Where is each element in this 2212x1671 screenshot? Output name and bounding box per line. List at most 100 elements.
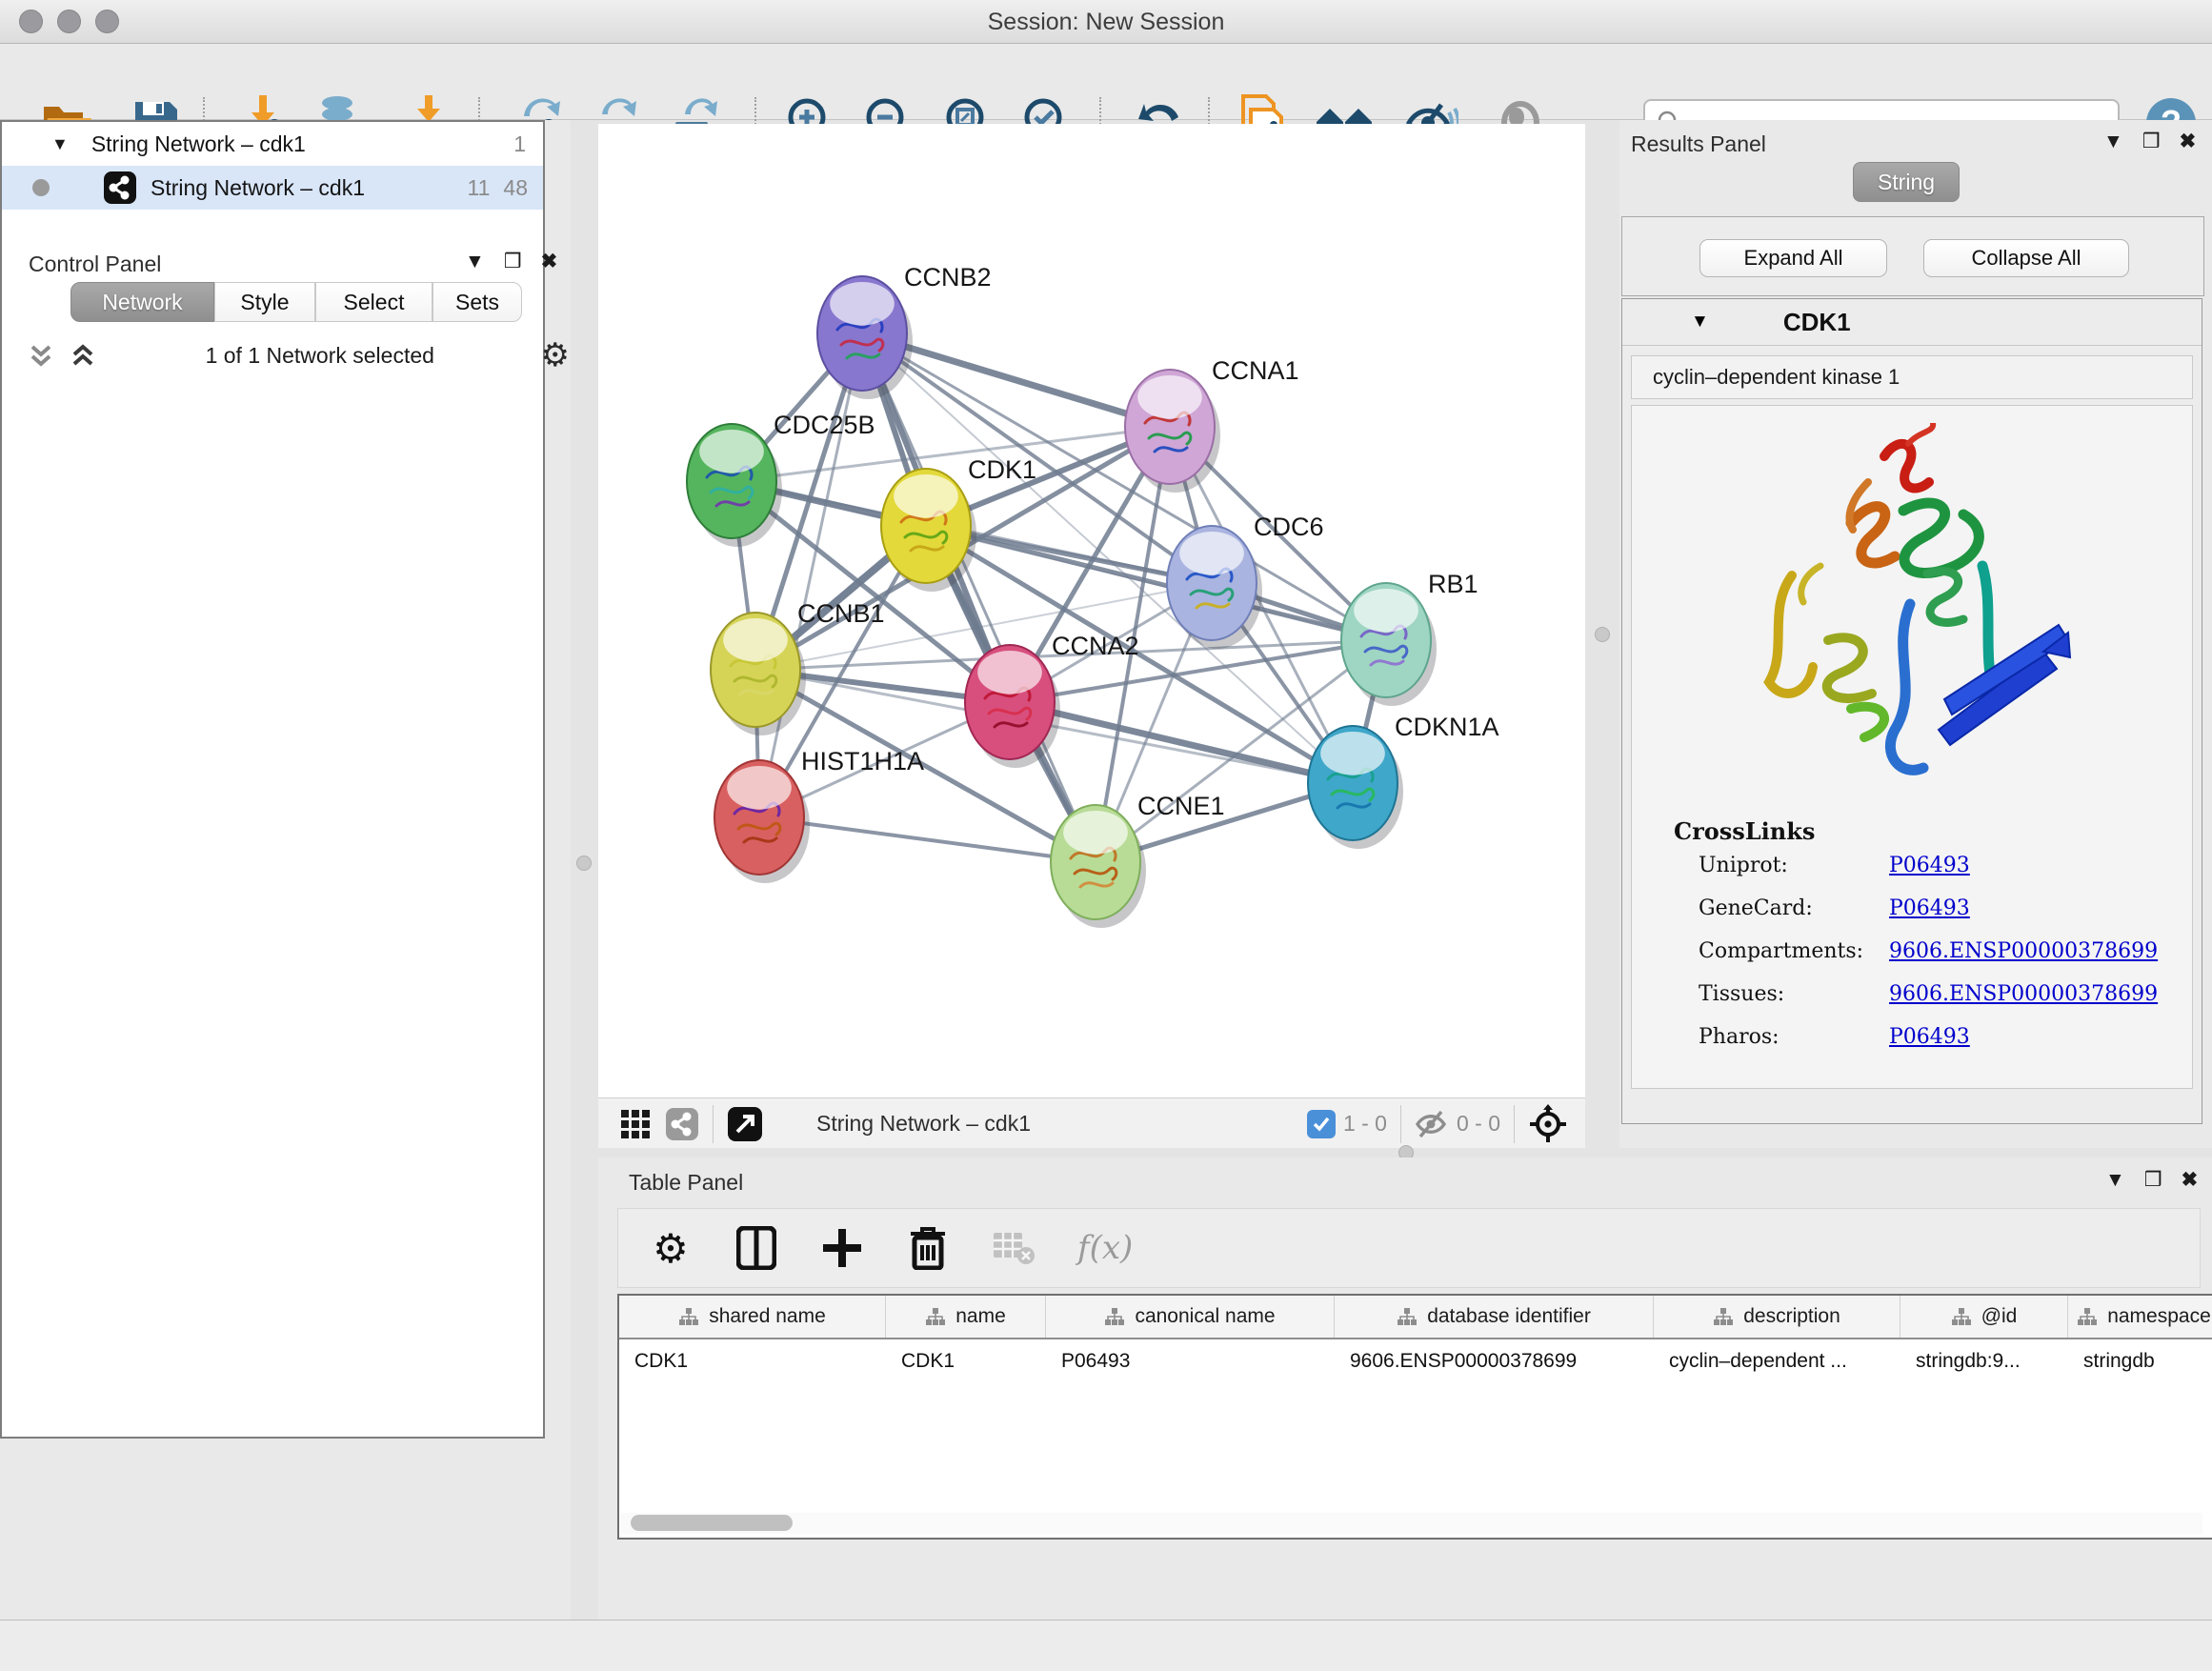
crosslink-label: Pharos: (1699, 1025, 1889, 1049)
scrollbar-thumb[interactable] (631, 1515, 793, 1531)
column-header-canonical-name[interactable]: canonical name (1046, 1296, 1335, 1338)
statusbar-separator (1400, 1105, 1401, 1143)
network-collection-row[interactable]: ▼ String Network – cdk1 1 (2, 122, 543, 166)
edge-CCNA2-CDKN1A[interactable] (1010, 702, 1353, 783)
crosslink-label: Compartments: (1699, 939, 1889, 963)
table-header-row: shared namenamecanonical namedatabase id… (619, 1296, 2212, 1339)
crosslink-label: Tissues: (1699, 982, 1889, 1006)
panel-close-icon[interactable]: ✖ (2182, 1170, 2199, 1190)
expand-all-button[interactable]: Expand All (1699, 239, 1887, 277)
control-panel: Control Panel ▼ ❒ ✖ NetworkStyleSelectSe… (0, 120, 572, 1620)
panel-float-icon[interactable]: ❒ (2144, 1170, 2162, 1190)
open-in-window-icon[interactable] (727, 1106, 763, 1142)
network-view-statusbar: String Network – cdk1 1 - 0 0 - 0 (598, 1097, 1585, 1149)
collapse-all-icon[interactable] (25, 339, 57, 372)
crosslink-link[interactable]: P06493 (1889, 854, 1970, 877)
network-selection-bar: 1 of 1 Network selected ⚙ (25, 337, 570, 373)
show-columns-icon[interactable] (734, 1226, 778, 1270)
column-type-icon (925, 1307, 946, 1326)
node-CCNA2[interactable]: CCNA2 (965, 632, 1139, 768)
node-CCNE1[interactable]: CCNE1 (1051, 792, 1225, 928)
table-cell[interactable]: CDK1 (619, 1339, 886, 1383)
left-splitter[interactable] (571, 120, 598, 1620)
node-CDC25B[interactable]: CDC25B (687, 411, 875, 547)
node-CCNA1[interactable]: CCNA1 (1125, 356, 1299, 493)
panel-float-icon[interactable]: ❒ (2142, 131, 2161, 151)
collection-expander-icon[interactable]: ▼ (51, 134, 69, 154)
network-options-gear-icon[interactable]: ⚙ (541, 336, 570, 374)
statusbar-separator (1514, 1105, 1515, 1143)
collapse-all-button[interactable]: Collapse All (1923, 239, 2129, 277)
horizontal-scrollbar[interactable] (621, 1513, 2202, 1534)
table-cell[interactable]: stringdb:9... (1900, 1339, 2068, 1383)
node-RB1[interactable]: RB1 (1341, 570, 1478, 706)
results-panel-title: Results Panel (1631, 131, 1766, 157)
panel-float-icon[interactable]: ❒ (504, 252, 522, 272)
panel-menu-icon[interactable]: ▼ (2103, 131, 2123, 151)
node-CDK1[interactable]: CDK1 (881, 455, 1036, 592)
panel-menu-icon[interactable]: ▼ (2105, 1170, 2125, 1190)
panel-close-icon[interactable]: ✖ (2180, 131, 2197, 151)
tab-sets[interactable]: Sets (432, 282, 522, 322)
tab-string[interactable]: String (1853, 162, 1960, 202)
column-header-database-identifier[interactable]: database identifier (1335, 1296, 1654, 1338)
table-cell[interactable]: stringdb (2068, 1339, 2212, 1383)
table-cell[interactable]: CDK1 (886, 1339, 1046, 1383)
node-label: RB1 (1428, 570, 1478, 598)
tab-network[interactable]: Network (70, 282, 214, 322)
column-header-shared-name[interactable]: shared name (619, 1296, 886, 1338)
splitter-handle[interactable] (576, 856, 592, 871)
panel-close-icon[interactable]: ✖ (541, 252, 558, 272)
delete-table-icon[interactable] (992, 1226, 1036, 1270)
crosslink-row: Compartments:9606.ENSP00000378699 (1699, 939, 2158, 963)
section-expander-icon[interactable]: ▼ (1691, 312, 1709, 332)
delete-column-icon[interactable] (906, 1226, 950, 1270)
table-settings-gear-icon[interactable]: ⚙ (649, 1226, 693, 1270)
network-row[interactable]: String Network – cdk1 11 48 (2, 166, 543, 210)
view-network-title: String Network – cdk1 (816, 1111, 1031, 1137)
crosslink-link[interactable]: P06493 (1889, 896, 1970, 920)
node-CCNB2[interactable]: CCNB2 (817, 263, 992, 399)
node-CDC6[interactable]: CDC6 (1167, 513, 1324, 649)
crosslinks-title: CrossLinks (1674, 817, 1815, 845)
crosslink-link[interactable]: 9606.ENSP00000378699 (1889, 982, 2158, 1006)
column-header-name[interactable]: name (886, 1296, 1046, 1338)
node-section-header[interactable]: ▼ CDK1 (1622, 299, 2202, 346)
splitter-handle[interactable] (1595, 627, 1610, 642)
crosslink-link[interactable]: 9606.ENSP00000378699 (1889, 939, 2158, 963)
bottom-splitter[interactable] (598, 1148, 2212, 1158)
apply-function-icon[interactable]: f(x) (1077, 1226, 1133, 1270)
node-description: cyclin–dependent kinase 1 (1631, 355, 2193, 399)
column-header-namespace[interactable]: namespace (2068, 1296, 2212, 1338)
column-type-icon (1104, 1307, 1125, 1326)
node-CCNB1[interactable]: CCNB1 (711, 599, 885, 735)
node-CDKN1A[interactable]: CDKN1A (1308, 713, 1499, 849)
table-cell[interactable]: cyclin–dependent ... (1654, 1339, 1900, 1383)
crosslink-link[interactable]: P06493 (1889, 1025, 1970, 1049)
selected-checkbox-icon[interactable] (1307, 1110, 1336, 1138)
hidden-eye-icon[interactable] (1415, 1110, 1449, 1138)
network-graph[interactable]: CCNB2 CCNA1 CDC25BCDK1 CDC6 RB1 CCNB1 CCNA2 CDK… (598, 124, 1585, 1097)
panel-menu-icon[interactable]: ▼ (465, 252, 485, 272)
add-column-icon[interactable] (820, 1226, 864, 1270)
column-header-description[interactable]: description (1654, 1296, 1900, 1338)
node-label: CCNA1 (1212, 356, 1299, 385)
column-header--id[interactable]: @id (1900, 1296, 2068, 1338)
table-cell[interactable]: P06493 (1046, 1339, 1335, 1383)
birdseye-grid-icon[interactable] (619, 1108, 652, 1140)
right-splitter[interactable] (1585, 120, 1619, 1148)
collection-label: String Network – cdk1 (91, 131, 306, 157)
network-canvas[interactable]: CCNB2 CCNA1 CDC25BCDK1 CDC6 RB1 CCNB1 CCNA2 CDK… (598, 124, 1585, 1097)
table-row[interactable]: CDK1CDK1P064939606.ENSP00000378699cyclin… (619, 1339, 2212, 1383)
node-table[interactable]: shared namenamecanonical namedatabase id… (617, 1294, 2212, 1540)
string-settings-icon[interactable] (665, 1107, 699, 1141)
tab-style[interactable]: Style (214, 282, 315, 322)
edge-CCNB2-CCNE1[interactable] (862, 333, 1096, 862)
table-panel-title: Table Panel (629, 1170, 743, 1196)
node-HIST1H1A[interactable]: HIST1H1A (714, 747, 924, 883)
tab-select[interactable]: Select (315, 282, 432, 322)
table-cell[interactable]: 9606.ENSP00000378699 (1335, 1339, 1654, 1383)
expand-all-icon[interactable] (67, 339, 99, 372)
crosslink-label: Uniprot: (1699, 854, 1889, 877)
fit-content-crosshair-icon[interactable] (1528, 1104, 1568, 1144)
